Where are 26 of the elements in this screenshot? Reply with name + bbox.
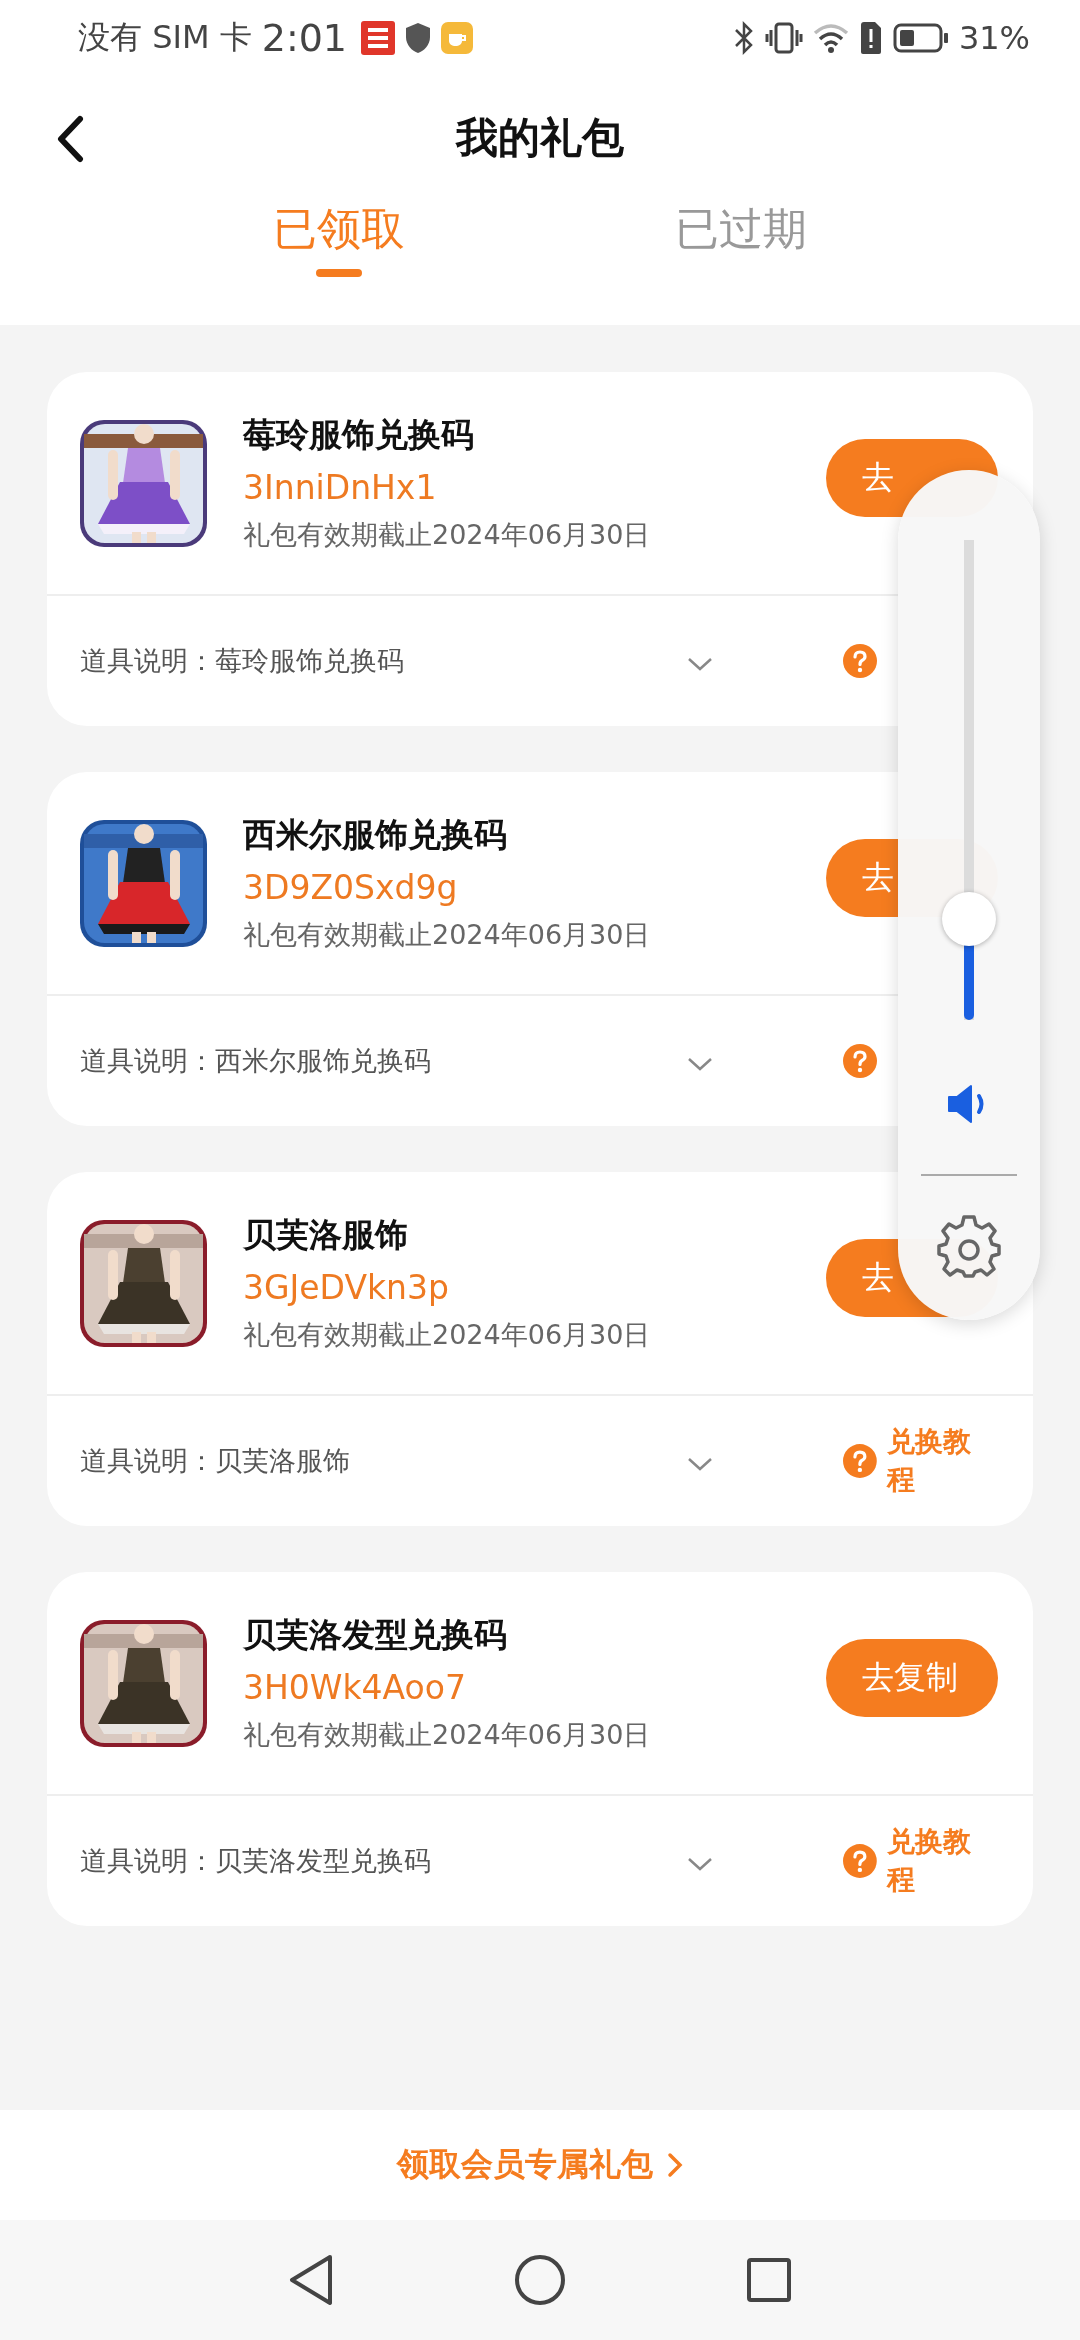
item-description: 道具说明：贝芙洛发型兑换码 (80, 1844, 432, 1878)
carrier-text: 没有 SIM 卡 (78, 16, 252, 58)
expiry-date: 礼包有效期截止2024年06月30日 (243, 1718, 652, 1752)
redeem-code: 3H0Wk4Aoo7 (243, 1668, 467, 1707)
tutorial-link[interactable]: 兑换教程 (886, 1823, 998, 1899)
gift-title: 贝芙洛服饰 (243, 1214, 409, 1256)
tab[interactable]: 已领取 (273, 200, 405, 277)
redeem-code: 3GJeDVkn3p (243, 1268, 450, 1307)
expiry-date: 礼包有效期截止2024年06月30日 (243, 1318, 652, 1352)
battery-percent: 31% (958, 18, 1030, 57)
gift-title: 西米尔服饰兑换码 (243, 814, 508, 856)
clock-time: 2:01 (261, 15, 348, 60)
redeem-code: 3InniDnHx1 (243, 468, 438, 507)
tab[interactable]: 已过期 (675, 200, 807, 277)
redeem-code: 3D9Z0Sxd9g (243, 868, 459, 907)
item-description: 道具说明：贝芙洛服饰 (80, 1444, 351, 1478)
tutorial-link[interactable]: 兑换教程 (886, 1423, 998, 1499)
expiry-date: 礼包有效期截止2024年06月30日 (243, 518, 652, 552)
item-description: 道具说明：西米尔服饰兑换码 (80, 1044, 432, 1078)
copy-button[interactable]: 去复制 (826, 1639, 998, 1717)
page-title: 我的礼包 (456, 111, 624, 164)
member-gift-link[interactable]: 领取会员专属礼包 (397, 2143, 653, 2187)
gift-title: 贝芙洛发型兑换码 (243, 1614, 508, 1656)
expiry-date: 礼包有效期截止2024年06月30日 (243, 918, 652, 952)
gift-title: 莓玲服饰兑换码 (243, 414, 475, 456)
item-description: 道具说明：莓玲服饰兑换码 (80, 644, 405, 678)
